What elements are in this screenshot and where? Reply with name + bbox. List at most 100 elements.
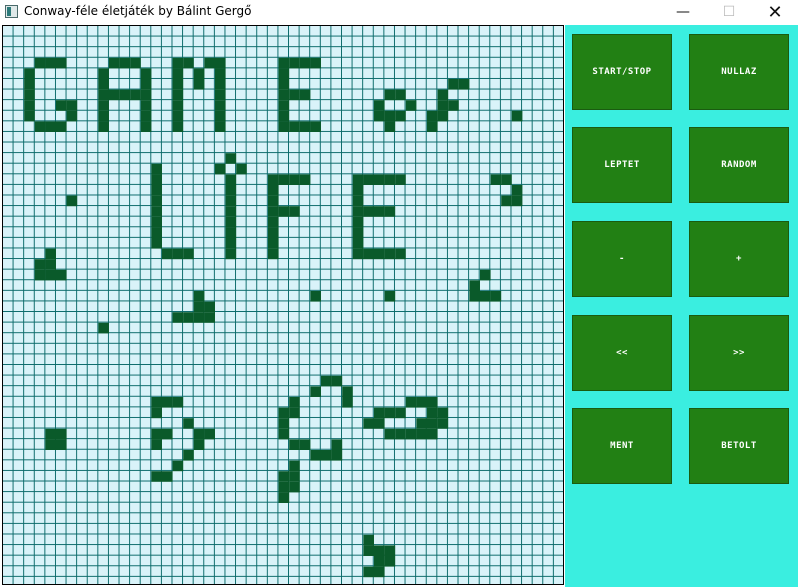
- live-cell[interactable]: [511, 110, 523, 122]
- live-cell[interactable]: [416, 428, 427, 440]
- live-cell[interactable]: [289, 471, 300, 482]
- live-cell[interactable]: [331, 375, 343, 387]
- live-cell[interactable]: [268, 195, 279, 207]
- live-cell[interactable]: [183, 312, 194, 323]
- live-cell[interactable]: [416, 397, 427, 408]
- live-cell[interactable]: [310, 386, 321, 397]
- live-cell[interactable]: [109, 57, 120, 69]
- live-cell[interactable]: [151, 471, 162, 482]
- live-cell[interactable]: [172, 100, 184, 111]
- live-cell[interactable]: [98, 110, 109, 122]
- live-cell[interactable]: [151, 174, 162, 185]
- live-cell[interactable]: [24, 68, 35, 79]
- live-cell[interactable]: [193, 79, 205, 90]
- live-cell[interactable]: [437, 100, 449, 111]
- live-cell[interactable]: [45, 259, 56, 270]
- live-cell[interactable]: [289, 121, 300, 132]
- live-cell[interactable]: [225, 174, 237, 185]
- live-cell[interactable]: [66, 195, 78, 207]
- live-cell[interactable]: [384, 121, 396, 132]
- live-cell[interactable]: [172, 460, 184, 472]
- live-cell[interactable]: [342, 397, 353, 408]
- live-cell[interactable]: [384, 248, 396, 260]
- live-cell[interactable]: [225, 195, 237, 207]
- live-cell[interactable]: [66, 100, 78, 111]
- live-cell[interactable]: [225, 238, 237, 249]
- live-cell[interactable]: [352, 216, 364, 228]
- live-cell[interactable]: [151, 216, 162, 228]
- live-cell[interactable]: [45, 428, 56, 440]
- live-cell[interactable]: [363, 174, 374, 185]
- live-cell[interactable]: [215, 57, 226, 69]
- live-cell[interactable]: [45, 121, 56, 132]
- live-cell[interactable]: [278, 68, 290, 79]
- live-cell[interactable]: [225, 206, 237, 217]
- live-cell[interactable]: [151, 407, 162, 419]
- live-cell[interactable]: [204, 428, 215, 440]
- live-cell[interactable]: [151, 397, 162, 408]
- live-cell[interactable]: [437, 407, 449, 419]
- live-cell[interactable]: [172, 312, 184, 323]
- live-cell[interactable]: [310, 291, 321, 302]
- live-cell[interactable]: [384, 407, 396, 419]
- live-cell[interactable]: [363, 206, 374, 217]
- live-cell[interactable]: [384, 428, 396, 440]
- live-cell[interactable]: [193, 439, 205, 450]
- live-cell[interactable]: [469, 280, 480, 291]
- live-cell[interactable]: [193, 68, 205, 79]
- live-cell[interactable]: [98, 121, 109, 132]
- live-cell[interactable]: [299, 89, 311, 101]
- live-cell[interactable]: [278, 206, 290, 217]
- live-cell[interactable]: [501, 174, 512, 185]
- live-cell[interactable]: [193, 428, 205, 440]
- live-cell[interactable]: [384, 110, 396, 122]
- live-cell[interactable]: [140, 110, 152, 122]
- live-cell[interactable]: [66, 110, 78, 122]
- live-cell[interactable]: [374, 206, 385, 217]
- minimize-button[interactable]: —: [660, 0, 706, 24]
- live-cell[interactable]: [384, 89, 396, 101]
- live-cell[interactable]: [480, 269, 491, 281]
- live-cell[interactable]: [268, 174, 279, 185]
- live-cell[interactable]: [162, 248, 173, 260]
- live-cell[interactable]: [299, 174, 311, 185]
- live-cell[interactable]: [34, 259, 46, 270]
- live-cell[interactable]: [109, 89, 120, 101]
- live-cell[interactable]: [374, 418, 385, 429]
- live-cell[interactable]: [384, 291, 396, 302]
- live-cell[interactable]: [405, 100, 417, 111]
- live-cell[interactable]: [374, 100, 385, 111]
- live-cell[interactable]: [310, 121, 321, 132]
- live-cell[interactable]: [193, 291, 205, 302]
- start-stop-button[interactable]: START/STOP: [572, 34, 672, 110]
- live-cell[interactable]: [236, 163, 247, 175]
- live-cell[interactable]: [278, 174, 290, 185]
- maximize-button[interactable]: ☐: [706, 0, 752, 24]
- live-cell[interactable]: [119, 89, 131, 101]
- live-cell[interactable]: [268, 216, 279, 228]
- live-cell[interactable]: [140, 100, 152, 111]
- live-cell[interactable]: [151, 163, 162, 175]
- live-cell[interactable]: [352, 227, 364, 238]
- live-cell[interactable]: [98, 89, 109, 101]
- live-cell[interactable]: [437, 418, 449, 429]
- live-cell[interactable]: [24, 89, 35, 101]
- live-cell[interactable]: [289, 89, 300, 101]
- live-cell[interactable]: [427, 418, 438, 429]
- live-cell[interactable]: [469, 291, 480, 302]
- live-cell[interactable]: [363, 566, 374, 578]
- live-cell[interactable]: [363, 248, 374, 260]
- live-cell[interactable]: [215, 110, 226, 122]
- live-cell[interactable]: [215, 121, 226, 132]
- live-cell[interactable]: [151, 439, 162, 450]
- live-cell[interactable]: [289, 481, 300, 493]
- live-cell[interactable]: [480, 291, 491, 302]
- live-cell[interactable]: [374, 407, 385, 419]
- live-cell[interactable]: [162, 471, 173, 482]
- live-cell[interactable]: [278, 89, 290, 101]
- live-cell[interactable]: [24, 110, 35, 122]
- live-cell[interactable]: [268, 185, 279, 196]
- live-cell[interactable]: [172, 121, 184, 132]
- live-cell[interactable]: [98, 79, 109, 90]
- live-cell[interactable]: [45, 269, 56, 281]
